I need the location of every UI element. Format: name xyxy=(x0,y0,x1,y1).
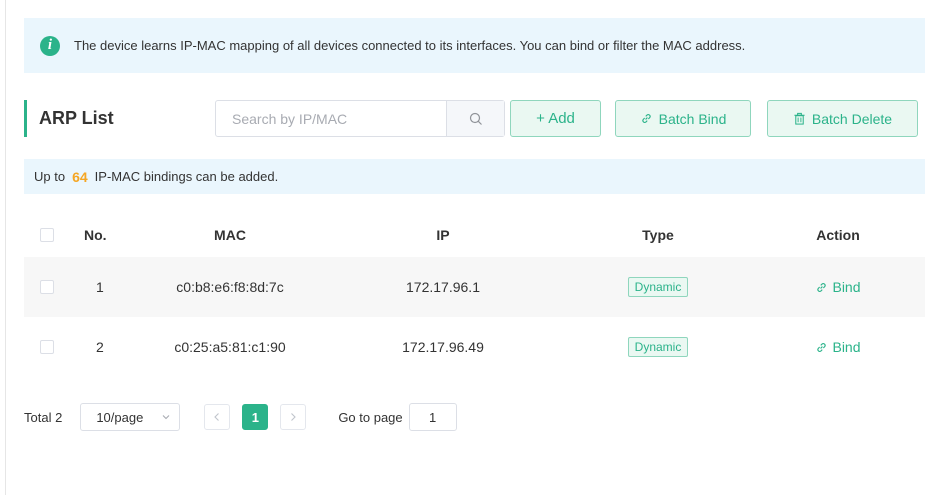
row-no: 2 xyxy=(96,339,104,355)
search-icon xyxy=(469,112,482,125)
select-all-checkbox[interactable] xyxy=(40,228,54,242)
row-no: 1 xyxy=(96,279,104,295)
limit-count: 64 xyxy=(72,168,88,185)
arp-list-page: i The device learns IP-MAC mapping of al… xyxy=(0,0,925,495)
page-button-current[interactable]: 1 xyxy=(242,404,269,430)
info-icon: i xyxy=(40,35,60,56)
batch-bind-button[interactable]: Batch Bind xyxy=(615,100,751,137)
add-button[interactable]: + Add xyxy=(510,100,601,137)
search-input[interactable] xyxy=(216,101,446,136)
column-header-action: Action xyxy=(816,227,860,243)
goto-label: Go to page xyxy=(338,409,403,425)
info-banner: i The device learns IP-MAC mapping of al… xyxy=(24,18,925,73)
search-box xyxy=(215,100,505,137)
bind-link-label: Bind xyxy=(832,339,861,355)
table-row: 1 c0:b8:e6:f8:8d:7c 172.17.96.1 Dynamic … xyxy=(24,257,925,317)
bind-link[interactable]: Bind xyxy=(815,279,861,295)
total-count: Total 2 xyxy=(24,409,63,425)
row-checkbox[interactable] xyxy=(40,280,54,294)
row-ip: 172.17.96.49 xyxy=(402,339,484,355)
page-size-select[interactable]: 10/page xyxy=(80,403,181,431)
add-button-label: + Add xyxy=(536,110,575,127)
pagination: Total 2 10/page 1 Go to page xyxy=(24,403,457,431)
row-checkbox[interactable] xyxy=(40,340,54,354)
chevron-down-icon xyxy=(162,415,170,420)
limit-notice: Up to 64 IP-MAC bindings can be added. xyxy=(24,159,925,194)
batch-delete-label: Batch Delete xyxy=(811,110,893,127)
column-header-no: No. xyxy=(84,227,107,243)
column-header-mac: MAC xyxy=(214,227,246,243)
search-button[interactable] xyxy=(446,101,504,136)
limit-suffix: IP-MAC bindings can be added. xyxy=(94,169,279,184)
prev-page-button[interactable] xyxy=(204,404,231,430)
goto-page-input[interactable] xyxy=(408,403,457,431)
next-page-button[interactable] xyxy=(280,404,307,430)
link-icon xyxy=(817,342,827,352)
bind-link-label: Bind xyxy=(832,279,861,295)
page-size-value: 10/page xyxy=(96,409,144,425)
link-icon xyxy=(641,114,651,123)
row-mac: c0:25:a5:81:c1:90 xyxy=(174,339,286,355)
batch-delete-button[interactable]: Batch Delete xyxy=(767,100,918,137)
type-badge: Dynamic xyxy=(627,337,689,357)
row-ip: 172.17.96.1 xyxy=(406,279,480,295)
divider xyxy=(5,0,6,495)
table-header: No. MAC IP Type Action xyxy=(24,213,925,257)
limit-prefix: Up to xyxy=(34,169,66,184)
row-mac: c0:b8:e6:f8:8d:7c xyxy=(176,279,284,295)
bind-link[interactable]: Bind xyxy=(815,339,861,355)
batch-bind-label: Batch Bind xyxy=(658,110,727,127)
chevron-right-icon xyxy=(291,413,297,421)
column-header-type: Type xyxy=(642,227,674,243)
type-badge: Dynamic xyxy=(627,277,689,297)
trash-icon xyxy=(794,112,805,125)
column-header-ip: IP xyxy=(436,227,450,243)
info-banner-text: The device learns IP-MAC mapping of all … xyxy=(74,38,746,53)
page-title: ARP List xyxy=(24,100,114,137)
table-row: 2 c0:25:a5:81:c1:90 172.17.96.49 Dynamic… xyxy=(24,317,925,377)
chevron-left-icon xyxy=(214,413,220,421)
arp-table: No. MAC IP Type Action 1 c0:b8:e6:f8:8d:… xyxy=(24,213,925,377)
link-icon xyxy=(817,282,827,292)
